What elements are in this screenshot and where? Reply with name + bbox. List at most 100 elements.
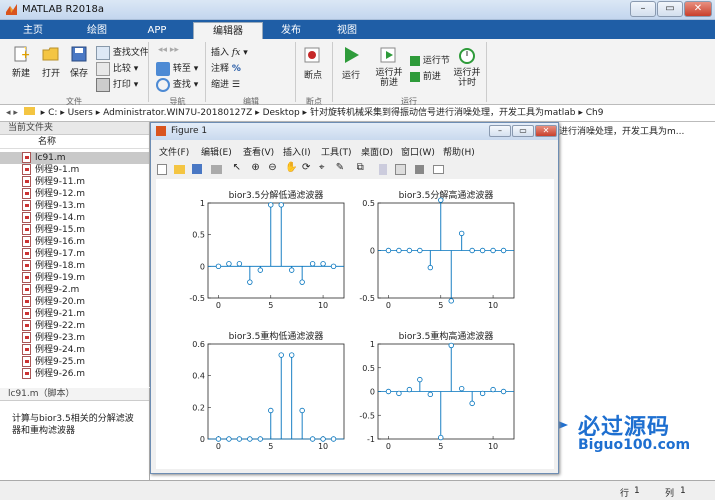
data-cursor-icon[interactable]: ⌖: [319, 162, 329, 176]
y-tick-label: 0: [200, 262, 205, 271]
find-button[interactable]: 查找 ▾: [156, 77, 198, 92]
tab-editor[interactable]: 编辑器: [193, 22, 263, 39]
path-segment[interactable]: 针对旋转机械采集到得振动信号进行消噪处理，开发工具为matlab: [310, 108, 576, 118]
hide-tools-icon[interactable]: [415, 164, 425, 174]
path-segment[interactable]: C:: [48, 108, 57, 118]
file-list-item[interactable]: 例程9-16.m: [0, 236, 149, 248]
path-segment[interactable]: Ch9: [586, 108, 604, 118]
figure-minimize-button[interactable]: –: [489, 125, 511, 137]
chart-title: bior3.5重构高通滤波器: [399, 330, 494, 342]
x-tick-label: 10: [488, 301, 498, 310]
file-list-item[interactable]: 例程9-2.m: [0, 284, 149, 296]
menu-edit[interactable]: 编辑(E): [201, 145, 232, 158]
file-list-item[interactable]: 例程9-21.m: [0, 308, 149, 320]
file-name: 例程9-15.m: [35, 225, 86, 235]
zoom-in-icon[interactable]: ⊕: [251, 162, 261, 176]
run-section-button[interactable]: 运行节: [410, 53, 450, 66]
file-list-item[interactable]: 例程9-18.m: [0, 260, 149, 272]
y-tick-label: 0: [370, 247, 375, 256]
zoom-out-icon[interactable]: ⊖: [268, 162, 278, 176]
stem-marker: [396, 247, 402, 254]
file-list-item[interactable]: 例程9-1.m: [0, 164, 149, 176]
file-list-item[interactable]: 例程9-19.m: [0, 272, 149, 284]
file-list-item[interactable]: 例程9-23.m: [0, 332, 149, 344]
maximize-button[interactable]: ▭: [657, 1, 683, 17]
menu-tools[interactable]: 工具(T): [321, 145, 352, 158]
pointer-icon[interactable]: ↖: [233, 162, 243, 176]
file-list-item[interactable]: 例程9-15.m: [0, 224, 149, 236]
file-list-item[interactable]: 例程9-25.m: [0, 356, 149, 368]
goto-button[interactable]: 转至 ▾: [156, 61, 198, 76]
menu-file[interactable]: 文件(F): [159, 145, 189, 158]
legend-icon[interactable]: [395, 163, 407, 175]
file-list-item[interactable]: 例程9-14.m: [0, 212, 149, 224]
path-segment[interactable]: Users: [68, 108, 93, 118]
colorbar-icon[interactable]: [378, 163, 387, 175]
tab-home[interactable]: 主页: [8, 22, 58, 39]
tab-view[interactable]: 视图: [322, 22, 372, 39]
breakpoints-button[interactable]: 断点: [302, 45, 324, 81]
m-file-icon: [22, 152, 31, 163]
indent-button[interactable]: 缩进 ☰: [211, 77, 240, 90]
menu-insert[interactable]: 插入(I): [283, 145, 311, 158]
m-file-icon: [22, 308, 31, 319]
dock-icon[interactable]: [433, 164, 445, 174]
x-tick-label: 0: [216, 442, 221, 451]
new-button[interactable]: + 新建: [12, 45, 30, 79]
file-list-item[interactable]: lc91.m: [0, 152, 149, 164]
new-figure-icon[interactable]: [157, 163, 167, 175]
forward-arrow-icon[interactable]: ▸: [13, 108, 18, 118]
file-list-item[interactable]: 例程9-20.m: [0, 296, 149, 308]
stem-marker: [299, 407, 305, 414]
file-list-item[interactable]: 例程9-12.m: [0, 188, 149, 200]
rotate-icon[interactable]: ⟳: [302, 162, 312, 176]
open-icon[interactable]: [173, 164, 185, 174]
goto-icon: [156, 61, 170, 76]
run-advance-button[interactable]: 运行并 前进: [374, 45, 404, 88]
print-icon[interactable]: [210, 164, 222, 174]
advance-button[interactable]: 前进: [410, 69, 441, 82]
file-list-item[interactable]: 例程9-24.m: [0, 344, 149, 356]
x-tick-label: 5: [438, 301, 443, 310]
file-list-item[interactable]: 例程9-22.m: [0, 320, 149, 332]
row-label: 行: [620, 489, 630, 499]
back-arrow-icon[interactable]: ◂: [6, 108, 11, 118]
ribbon-separator: [205, 42, 206, 102]
address-bar[interactable]: ◂ ▸ ▸ C: ▸ Users ▸ Administrator.WIN7U-2…: [0, 106, 715, 122]
figure-close-button[interactable]: ✕: [535, 125, 557, 137]
stem-marker: [396, 390, 402, 397]
menu-desktop[interactable]: 桌面(D): [361, 145, 393, 158]
nav-arrows[interactable]: ◂◂ ▸▸: [158, 45, 179, 55]
insert-button[interactable]: 插入 fx ▾: [211, 45, 248, 58]
menu-view[interactable]: 查看(V): [243, 145, 274, 158]
find-files-button[interactable]: 查找文件: [96, 45, 149, 60]
column-header-name[interactable]: 名称: [0, 135, 149, 149]
figure-maximize-button[interactable]: ▭: [512, 125, 534, 137]
comment-button[interactable]: 注释 %: [211, 61, 241, 74]
tab-plots[interactable]: 绘图: [72, 22, 122, 39]
menu-window[interactable]: 窗口(W): [401, 145, 435, 158]
y-tick-label: 0.5: [192, 231, 205, 240]
save-icon[interactable]: [191, 164, 202, 174]
pan-icon[interactable]: ✋: [285, 162, 297, 176]
path-segment[interactable]: Administrator.WIN7U-20180127Z: [103, 108, 252, 118]
tab-publish[interactable]: 发布: [266, 22, 316, 39]
file-list-item[interactable]: 例程9-13.m: [0, 200, 149, 212]
brush-icon[interactable]: ✎: [336, 162, 346, 176]
run-time-button[interactable]: 运行并 计时: [452, 45, 482, 88]
m-file-icon: [22, 248, 31, 259]
file-list-item[interactable]: 例程9-26.m: [0, 368, 149, 380]
print-button[interactable]: 打印 ▾: [96, 77, 138, 92]
tab-apps[interactable]: APP: [132, 22, 182, 39]
menu-help[interactable]: 帮助(H): [443, 145, 475, 158]
compare-button[interactable]: 比较 ▾: [96, 61, 138, 76]
link-icon[interactable]: ⧉: [357, 162, 367, 176]
save-button[interactable]: 保存: [70, 45, 88, 79]
file-list-item[interactable]: 例程9-11.m: [0, 176, 149, 188]
minimize-button[interactable]: –: [630, 1, 656, 17]
open-button[interactable]: 打开: [42, 45, 60, 79]
file-list-item[interactable]: 例程9-17.m: [0, 248, 149, 260]
close-button[interactable]: ✕: [684, 1, 712, 17]
run-button[interactable]: 运行: [340, 45, 362, 81]
path-segment[interactable]: Desktop: [263, 108, 300, 118]
